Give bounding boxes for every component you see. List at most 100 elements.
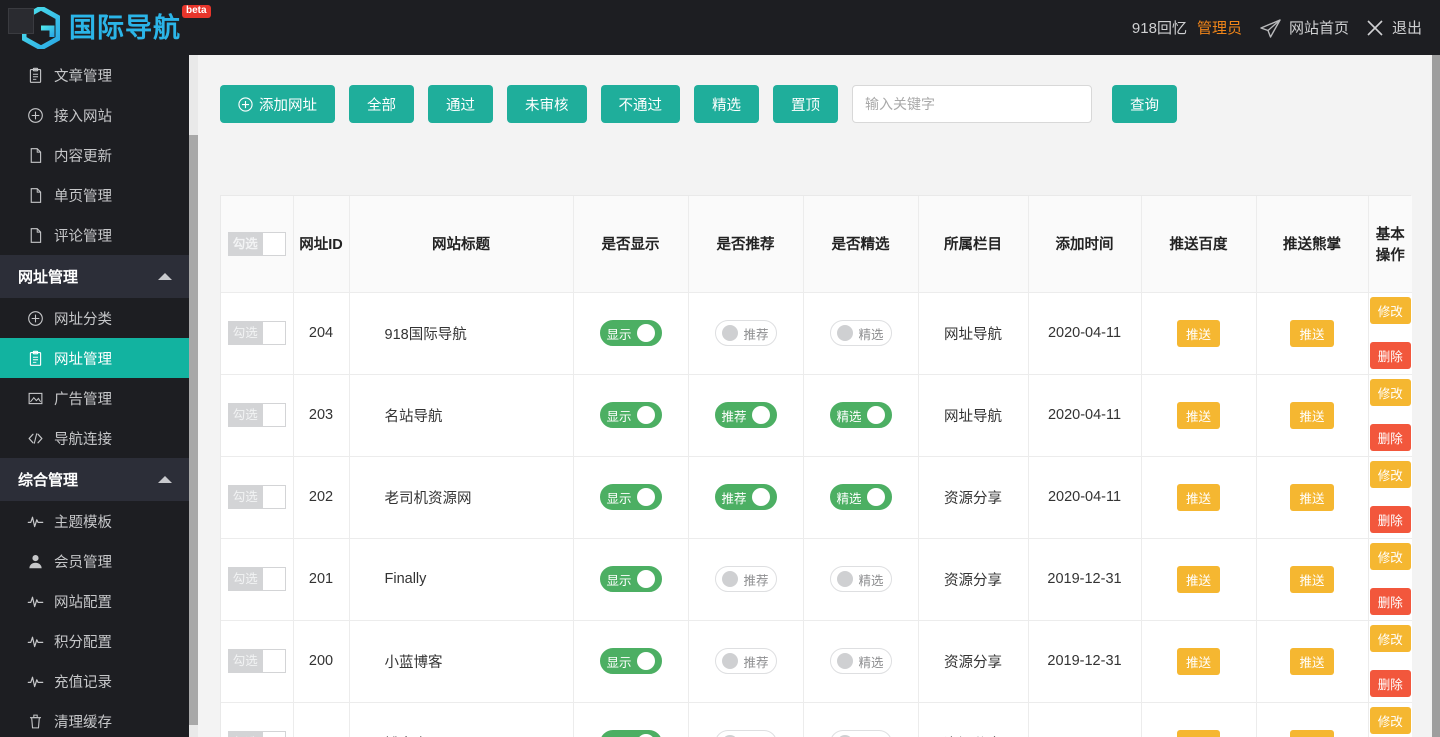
featured-toggle[interactable]: 精选 (830, 320, 892, 346)
sidebar-group-网址管理[interactable]: 网址管理 (0, 255, 190, 298)
edit-button[interactable]: 修改 (1370, 625, 1411, 652)
sidebar-item-文章管理[interactable]: 文章管理 (0, 55, 190, 95)
checkbox-box[interactable] (263, 485, 286, 509)
push-baidu-button[interactable]: 推送 (1177, 730, 1220, 737)
sidebar-item-网址管理[interactable]: 网址管理 (0, 338, 190, 378)
add-time-cell: 2020-04-11 (1028, 456, 1141, 538)
toggle-knob (867, 406, 885, 424)
filter-button-精选[interactable]: 精选 (694, 85, 759, 123)
category-cell: 网址导航 (918, 374, 1028, 456)
recommend-toggle[interactable]: 推荐 (715, 566, 777, 592)
sidebar-item-评论管理[interactable]: 评论管理 (0, 215, 190, 255)
row-checkbox[interactable]: 勾选 (228, 567, 286, 591)
show-toggle[interactable]: 显示 (600, 730, 662, 737)
push-baidu-button[interactable]: 推送 (1177, 484, 1220, 511)
select-all-checkbox[interactable]: 勾选 (228, 232, 286, 256)
row-checkbox[interactable]: 勾选 (228, 485, 286, 509)
edit-button[interactable]: 修改 (1370, 297, 1411, 324)
sidebar-item-网站配置[interactable]: 网站配置 (0, 581, 190, 621)
checkbox-box[interactable] (263, 649, 286, 673)
row-checkbox[interactable]: 勾选 (228, 731, 286, 737)
sidebar-item-接入网站[interactable]: 接入网站 (0, 95, 190, 135)
featured-toggle[interactable]: 精选 (830, 730, 892, 737)
filter-button-全部[interactable]: 全部 (349, 85, 414, 123)
search-input[interactable] (852, 85, 1092, 123)
push-xiongzhang-button[interactable]: 推送 (1290, 320, 1333, 347)
show-toggle[interactable]: 显示 (600, 566, 662, 592)
row-checkbox[interactable]: 勾选 (228, 321, 286, 345)
sidebar-item-导航连接[interactable]: 导航连接 (0, 418, 190, 458)
filter-button-不通过[interactable]: 不通过 (601, 85, 681, 123)
sidebar-scrollbar-thumb[interactable] (189, 135, 198, 725)
row-checkbox[interactable]: 勾选 (228, 649, 286, 673)
featured-toggle[interactable]: 精选 (830, 484, 892, 510)
checkbox-box[interactable] (263, 403, 286, 427)
checkbox-box[interactable] (263, 731, 286, 737)
show-toggle[interactable]: 显示 (600, 648, 662, 674)
push-xiongzhang-button[interactable]: 推送 (1290, 730, 1333, 737)
show-toggle[interactable]: 显示 (600, 320, 662, 346)
query-button[interactable]: 查询 (1112, 85, 1177, 123)
push-baidu-cell: 推送 (1141, 538, 1256, 620)
edit-button[interactable]: 修改 (1370, 379, 1411, 406)
checkbox-box[interactable] (263, 232, 286, 256)
user-role[interactable]: 管理员 (1197, 17, 1242, 38)
checkbox-box[interactable] (263, 567, 286, 591)
sidebar-group-综合管理[interactable]: 综合管理 (0, 458, 190, 501)
top-bar: 国际导航beta 918回忆 管理员 网站首页 退出 (0, 0, 1440, 55)
delete-button[interactable]: 删除 (1370, 506, 1411, 533)
add-url-button[interactable]: 添加网址 (220, 85, 335, 123)
sidebar-item-内容更新[interactable]: 内容更新 (0, 135, 190, 175)
edit-button[interactable]: 修改 (1370, 707, 1411, 734)
filter-button-置顶[interactable]: 置顶 (773, 85, 838, 123)
push-baidu-button[interactable]: 推送 (1177, 402, 1220, 429)
delete-button[interactable]: 删除 (1370, 670, 1411, 697)
sidebar-item-积分配置[interactable]: 积分配置 (0, 621, 190, 661)
column-header-基本操作: 基本操作 (1368, 196, 1412, 292)
clipboard-icon (26, 349, 44, 367)
edit-button[interactable]: 修改 (1370, 461, 1411, 488)
push-xiongzhang-button[interactable]: 推送 (1290, 648, 1333, 675)
show-toggle[interactable]: 显示 (600, 402, 662, 428)
operations-wrap: 修改删除 (1369, 375, 1413, 456)
sidebar-item-充值记录[interactable]: 充值记录 (0, 661, 190, 701)
recommend-toggle[interactable]: 推荐 (715, 730, 777, 737)
logout-link[interactable]: 退出 (1365, 17, 1422, 38)
toggle-label: 推荐 (743, 570, 768, 589)
toggle-label: 推荐 (721, 488, 746, 507)
sidebar-item-主题模板[interactable]: 主题模板 (0, 501, 190, 541)
checkbox-box[interactable] (263, 321, 286, 345)
delete-button[interactable]: 删除 (1370, 342, 1411, 369)
sidebar-item-广告管理[interactable]: 广告管理 (0, 378, 190, 418)
featured-toggle[interactable]: 精选 (830, 402, 892, 428)
featured-toggle[interactable]: 精选 (830, 648, 892, 674)
show-toggle[interactable]: 显示 (600, 484, 662, 510)
filter-button-未审核[interactable]: 未审核 (507, 85, 587, 123)
sidebar-item-会员管理[interactable]: 会员管理 (0, 541, 190, 581)
sidebar-item-清理缓存[interactable]: 清理缓存 (0, 701, 190, 737)
recommend-toggle[interactable]: 推荐 (715, 648, 777, 674)
app-logo[interactable]: 国际导航beta (22, 7, 210, 49)
featured-toggle[interactable]: 精选 (830, 566, 892, 592)
push-baidu-button[interactable]: 推送 (1177, 320, 1220, 347)
recommend-toggle[interactable]: 推荐 (715, 484, 777, 510)
sidebar-item-单页管理[interactable]: 单页管理 (0, 175, 190, 215)
delete-button[interactable]: 删除 (1370, 588, 1411, 615)
recommend-toggle[interactable]: 推荐 (715, 320, 777, 346)
recommend-toggle[interactable]: 推荐 (715, 402, 777, 428)
sidebar-item-网址分类[interactable]: 网址分类 (0, 298, 190, 338)
push-xiongzhang-button[interactable]: 推送 (1290, 402, 1333, 429)
push-xiongzhang-button[interactable]: 推送 (1290, 566, 1333, 593)
site-home-link[interactable]: 网站首页 (1258, 17, 1349, 38)
sidebar-item-label: 内容更新 (54, 145, 112, 166)
delete-button[interactable]: 删除 (1370, 424, 1411, 451)
push-baidu-button[interactable]: 推送 (1177, 566, 1220, 593)
row-checkbox[interactable]: 勾选 (228, 403, 286, 427)
edit-button[interactable]: 修改 (1370, 543, 1411, 570)
filter-button-通过[interactable]: 通过 (428, 85, 493, 123)
page-scrollbar-thumb[interactable] (1432, 55, 1440, 737)
toggle-label: 精选 (836, 488, 861, 507)
push-baidu-button[interactable]: 推送 (1177, 648, 1220, 675)
push-xiongzhang-button[interactable]: 推送 (1290, 484, 1333, 511)
column-header-是否推荐: 是否推荐 (688, 196, 803, 292)
